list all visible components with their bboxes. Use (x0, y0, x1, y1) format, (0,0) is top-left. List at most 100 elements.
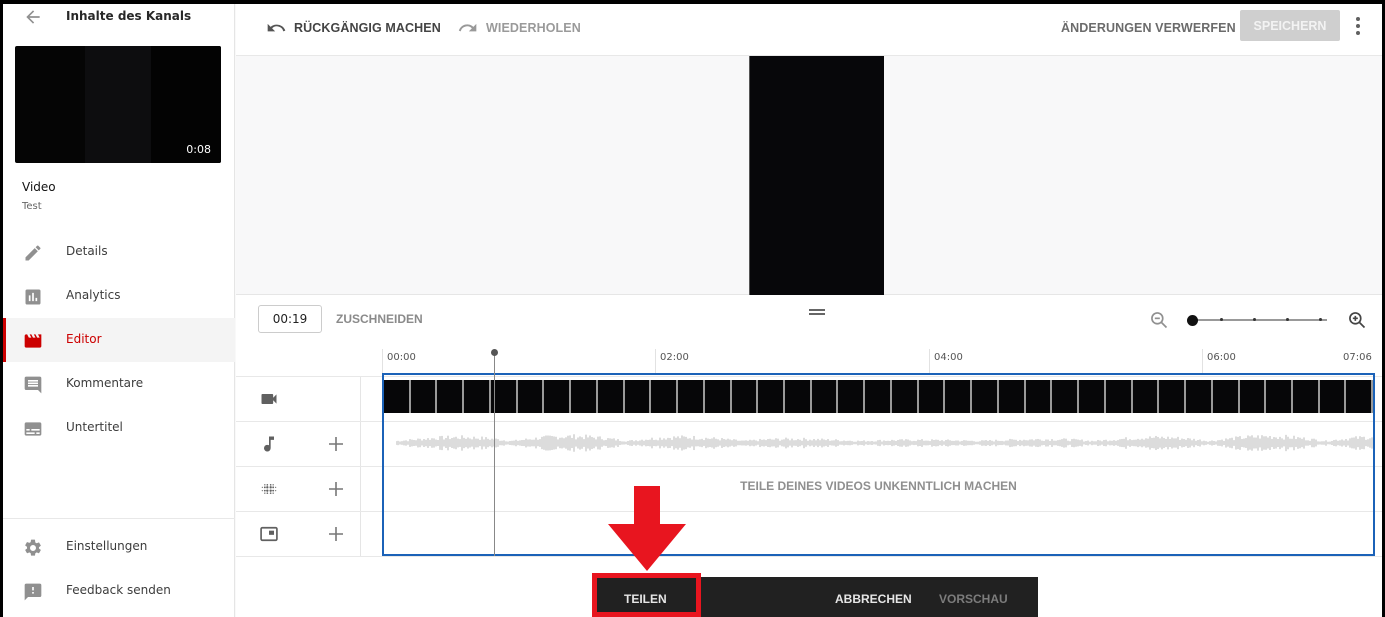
filmstrip-frame (838, 380, 864, 413)
video-preview-area (236, 56, 1382, 295)
zoom-in-icon[interactable] (1347, 310, 1367, 330)
track-separator (360, 377, 361, 421)
gear-icon (25, 539, 41, 556)
track-separator (360, 512, 361, 556)
video-camera-icon (261, 394, 277, 404)
sidebar-item-editor[interactable]: Editor (3, 318, 235, 362)
sidebar-item-comments[interactable]: Kommentare (3, 362, 235, 406)
timeline-ruler[interactable]: 00:00 02:00 04:00 06:00 07:06 (236, 343, 1382, 373)
video-title: Test (22, 201, 42, 212)
thumbnail-band (85, 46, 151, 163)
sidebar-item-settings[interactable]: Einstellungen (3, 525, 235, 569)
add-audio-button[interactable] (326, 434, 346, 454)
zoom-slider-knob[interactable] (1187, 315, 1198, 326)
filmstrip-frame (571, 380, 596, 413)
preview-button[interactable]: VORSCHAU (939, 592, 1008, 606)
music-note-icon (264, 436, 274, 452)
subtitles-icon (24, 422, 42, 436)
zoom-slider-track (1191, 319, 1327, 321)
filmstrip-frame (1159, 380, 1185, 413)
sidebar-item-subtitles[interactable]: Untertitel (3, 406, 235, 450)
filmstrip-frame (1052, 380, 1078, 413)
redo-button[interactable]: WIEDERHOLEN (458, 17, 581, 39)
zoom-out-icon[interactable] (1149, 310, 1169, 330)
ruler-tick (655, 349, 656, 373)
undo-label: RÜCKGÄNGIG MACHEN (294, 21, 441, 35)
ruler-tick-label: 02:00 (660, 352, 689, 363)
filmstrip-frame (517, 380, 543, 413)
timeline-toolbar: 00:19 ZUSCHNEIDEN (236, 295, 1382, 343)
filmstrip-frame (811, 380, 837, 413)
trim-action-bar: TEILEN ABBRECHEN VORSCHAU (596, 577, 1038, 617)
ruler-tick (1202, 349, 1203, 373)
filmstrip-frame (1025, 380, 1051, 413)
redo-icon (458, 23, 477, 32)
trim-button[interactable]: ZUSCHNEIDEN (336, 312, 423, 326)
sidebar: Inhalte des Kanals 0:08 Video Test Detai… (3, 4, 235, 617)
sidebar-header: Inhalte des Kanals (3, 4, 235, 32)
filmstrip-frame (758, 380, 784, 413)
timeline-zoom-slider[interactable] (1187, 314, 1327, 326)
video-label: Video (22, 180, 56, 194)
sidebar-item-analytics[interactable]: Analytics (3, 274, 235, 318)
timeline: 00:00 02:00 04:00 06:00 07:06 TEILE DEIN… (236, 343, 1382, 617)
audio-waveform (396, 434, 1373, 452)
comment-icon (24, 376, 42, 394)
filmstrip-frame (1079, 380, 1104, 413)
video-thumbnail[interactable]: 0:08 (15, 46, 221, 163)
filmstrip-frame (1105, 380, 1131, 413)
ruler-tick (929, 349, 930, 373)
discard-changes-button[interactable]: ÄNDERUNGEN VERWERFEN (1061, 17, 1236, 39)
bar-chart-icon (25, 289, 41, 305)
filmstrip-frame (624, 380, 650, 413)
sidebar-item-feedback[interactable]: Feedback senden (3, 569, 235, 613)
app-frame: Inhalte des Kanals 0:08 Video Test Detai… (3, 4, 1382, 617)
resize-handle[interactable] (809, 309, 825, 317)
add-end-screen-button[interactable] (326, 524, 346, 544)
filmstrip-frame (945, 380, 971, 413)
sidebar-item-details[interactable]: Details (3, 230, 235, 274)
filmstrip-frame (865, 380, 890, 413)
filmstrip-frame (1186, 380, 1211, 413)
current-time-input[interactable]: 00:19 (258, 305, 322, 333)
ruler-tick-label: 06:00 (1207, 352, 1236, 363)
filmstrip-frame (1266, 380, 1291, 413)
back-to-channel-content-link[interactable]: Inhalte des Kanals (66, 9, 191, 23)
editor-toolbar: RÜCKGÄNGIG MACHEN WIEDERHOLEN ÄNDERUNGEN… (236, 4, 1382, 56)
sidebar-item-label: Kommentare (66, 376, 144, 390)
sidebar-item-label: Details (66, 244, 108, 258)
save-button[interactable]: SPEICHERN (1240, 10, 1340, 41)
sidebar-divider (3, 518, 235, 519)
filmstrip-frame (1212, 380, 1238, 413)
video-filmstrip[interactable] (384, 380, 1373, 413)
zoom-slider-step (1253, 318, 1256, 321)
sidebar-item-label: Einstellungen (66, 539, 148, 553)
filmstrip-frame (785, 380, 810, 413)
filmstrip-frame (651, 380, 677, 413)
filmstrip-frame (731, 380, 757, 413)
blur-track-label[interactable]: TEILE DEINES VIDEOS UNKENNTLICH MACHEN (384, 479, 1373, 493)
split-button[interactable]: TEILEN (624, 592, 667, 606)
filmstrip-frame (704, 380, 730, 413)
blur-icon (261, 484, 277, 494)
sidebar-item-label: Untertitel (66, 420, 123, 434)
feedback-icon (24, 583, 42, 601)
filmstrip-frame (918, 380, 944, 413)
zoom-slider-step (1220, 318, 1223, 321)
more-options-icon[interactable] (1348, 14, 1368, 38)
back-arrow-icon[interactable] (23, 7, 43, 27)
redo-label: WIEDERHOLEN (486, 21, 581, 35)
filmstrip-frame (464, 380, 489, 413)
filmstrip-frame (1239, 380, 1265, 413)
add-blur-button[interactable] (326, 479, 346, 499)
playhead[interactable] (491, 349, 498, 556)
video-preview-player[interactable] (749, 56, 884, 295)
zoom-slider-step (1319, 318, 1322, 321)
end-screen-icon (260, 526, 278, 542)
filmstrip-frame (437, 380, 463, 413)
clapperboard-icon (24, 334, 42, 348)
cancel-button[interactable]: ABBRECHEN (835, 592, 912, 606)
undo-button[interactable]: RÜCKGÄNGIG MACHEN (266, 17, 441, 39)
pencil-icon (25, 245, 41, 261)
sidebar-item-label: Editor (66, 332, 102, 346)
